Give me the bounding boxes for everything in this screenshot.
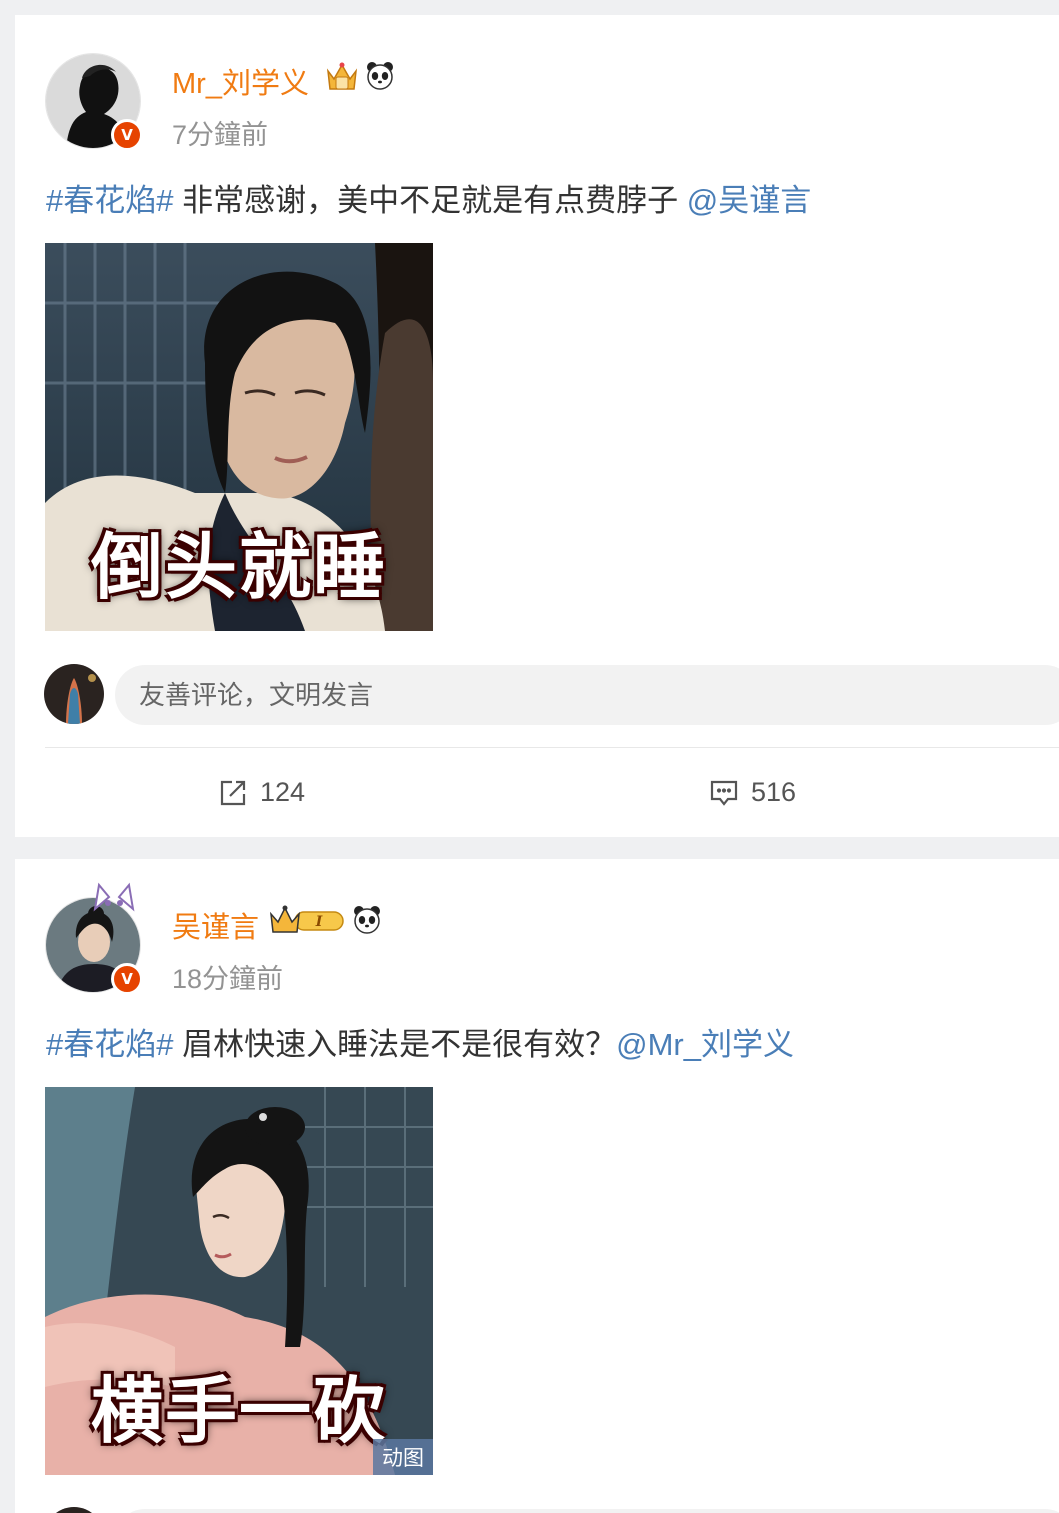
repost-button[interactable]: 124	[218, 777, 305, 808]
user-badges	[324, 59, 396, 93]
current-user-avatar[interactable]	[44, 664, 104, 724]
post-time: 7分鐘前	[172, 120, 269, 150]
cat-ears-decoration-icon	[93, 882, 135, 912]
comment-icon	[710, 780, 738, 806]
post-card: V 吴谨言 I 18分鐘前 #春花焰# 眉林快速入睡法是不是很有效？@Mr_刘学…	[15, 859, 1059, 1513]
repost-count: 124	[260, 777, 306, 807]
post-image[interactable]: 横手一砍 动图	[45, 1087, 433, 1475]
level-badge-text: I	[315, 914, 323, 930]
verified-badge: V	[111, 119, 143, 151]
comment-count: 516	[751, 777, 797, 807]
comment-bar	[44, 663, 1059, 725]
mention-link[interactable]: @Mr_刘学义	[616, 1027, 794, 1062]
comment-input[interactable]	[115, 1509, 1059, 1513]
post-image[interactable]: 倒头就睡	[45, 243, 433, 631]
gif-label: 动图	[373, 1439, 433, 1475]
comment-input[interactable]	[115, 665, 1059, 725]
user-badges: I	[269, 904, 383, 936]
action-divider	[45, 747, 1059, 748]
post-card: V Mr_刘学义 7分鐘前 #春花焰# 非常感谢，美中不足就是有点费脖子 @吴谨…	[15, 15, 1059, 837]
comment-button[interactable]: 516	[709, 777, 796, 808]
post-text: #春花焰# 非常感谢，美中不足就是有点费脖子 @吴谨言	[46, 175, 811, 220]
mention-link[interactable]: @吴谨言	[687, 183, 811, 218]
author-name[interactable]: 吴谨言	[172, 904, 259, 946]
current-user-avatar[interactable]	[44, 1507, 104, 1513]
post-body: 眉林快速入睡法是不是很有效？	[173, 1027, 617, 1062]
repost-icon	[220, 780, 246, 805]
panda-icon	[354, 906, 380, 934]
crown-badge-icon	[326, 62, 358, 90]
hashtag-link[interactable]: #春花焰#	[46, 1027, 173, 1062]
post-body: 非常感谢，美中不足就是有点费脖子	[173, 183, 687, 218]
post-time: 18分鐘前	[172, 964, 284, 994]
author-name[interactable]: Mr_刘学义	[172, 60, 309, 102]
panda-icon	[367, 62, 393, 90]
verified-badge: V	[111, 963, 143, 995]
comment-bar-partial	[44, 1507, 1059, 1513]
image-caption: 倒头就睡	[90, 525, 387, 609]
post-text: #春花焰# 眉林快速入睡法是不是很有效？@Mr_刘学义	[46, 1019, 794, 1064]
crown-level-badge-icon: I	[269, 905, 344, 933]
hashtag-link[interactable]: #春花焰#	[46, 183, 173, 218]
